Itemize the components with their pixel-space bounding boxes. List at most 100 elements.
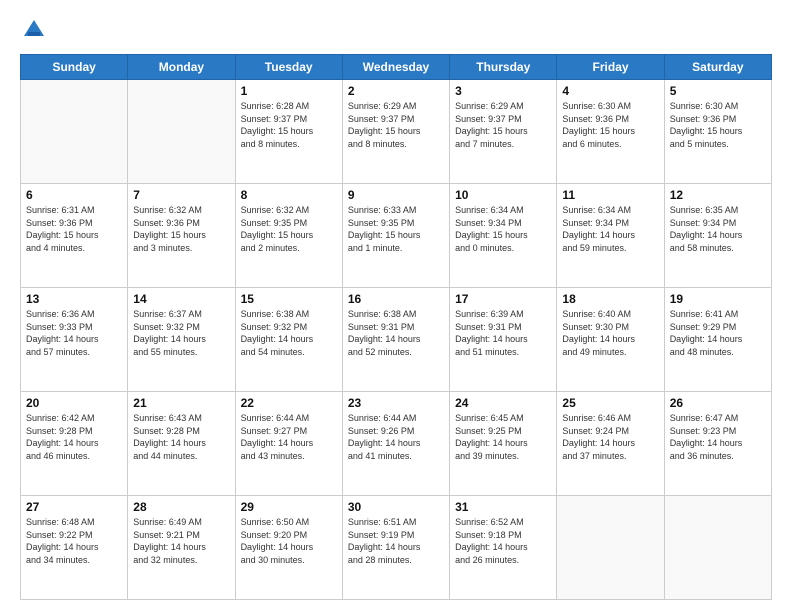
- calendar-cell: 5 Sunrise: 6:30 AM Sunset: 9:36 PM Daylig…: [664, 80, 771, 184]
- calendar-cell: 22Sunrise: 6:44 AM Sunset: 9:27 PM Dayli…: [235, 392, 342, 496]
- calendar-cell: [664, 496, 771, 600]
- day-number: 31: [455, 500, 551, 514]
- day-detail: Sunrise: 6:43 AM Sunset: 9:28 PM Dayligh…: [133, 412, 229, 462]
- week-row-5: 27 Sunrise: 6:48 AM Sunset: 9:22 PM Dayli…: [21, 496, 772, 600]
- day-number: 27: [26, 500, 122, 514]
- day-detail: Sunrise: 6:30 AM Sunset: 9:36 PM Dayligh…: [670, 100, 766, 150]
- day-detail: Sunrise: 6:31 AM Sunset: 9:36 PM Dayligh…: [26, 204, 122, 254]
- calendar-cell: 8Sunrise: 6:32 AM Sunset: 9:35 PM Daylig…: [235, 184, 342, 288]
- day-number: 10: [455, 188, 551, 202]
- calendar-cell: 3Sunrise: 6:29 AM Sunset: 9:37 PM Daylig…: [450, 80, 557, 184]
- day-detail: Sunrise: 6:38 AM Sunset: 9:32 PM Dayligh…: [241, 308, 337, 358]
- calendar-cell: 21 Sunrise: 6:43 AM Sunset: 9:28 PM Dayli…: [128, 392, 235, 496]
- day-number: 20: [26, 396, 122, 410]
- day-detail: Sunrise: 6:37 AM Sunset: 9:32 PM Dayligh…: [133, 308, 229, 358]
- day-number: 24: [455, 396, 551, 410]
- day-detail: Sunrise: 6:40 AM Sunset: 9:30 PM Dayligh…: [562, 308, 658, 358]
- day-number: 25: [562, 396, 658, 410]
- weekday-header-friday: Friday: [557, 55, 664, 80]
- calendar-cell: 10 Sunrise: 6:34 AM Sunset: 9:34 PM Dayli…: [450, 184, 557, 288]
- day-number: 30: [348, 500, 444, 514]
- day-number: 2: [348, 84, 444, 98]
- calendar-cell: 15 Sunrise: 6:38 AM Sunset: 9:32 PM Dayli…: [235, 288, 342, 392]
- day-detail: Sunrise: 6:51 AM Sunset: 9:19 PM Dayligh…: [348, 516, 444, 566]
- calendar-cell: 24 Sunrise: 6:45 AM Sunset: 9:25 PM Dayli…: [450, 392, 557, 496]
- day-number: 15: [241, 292, 337, 306]
- day-detail: Sunrise: 6:34 AM Sunset: 9:34 PM Dayligh…: [562, 204, 658, 254]
- calendar-cell: 29 Sunrise: 6:50 AM Sunset: 9:20 PM Dayli…: [235, 496, 342, 600]
- week-row-3: 13 Sunrise: 6:36 AM Sunset: 9:33 PM Dayli…: [21, 288, 772, 392]
- day-detail: Sunrise: 6:29 AM Sunset: 9:37 PM Dayligh…: [455, 100, 551, 150]
- calendar-cell: 28 Sunrise: 6:49 AM Sunset: 9:21 PM Dayli…: [128, 496, 235, 600]
- day-detail: Sunrise: 6:28 AM Sunset: 9:37 PM Dayligh…: [241, 100, 337, 150]
- weekday-header-tuesday: Tuesday: [235, 55, 342, 80]
- calendar-cell: 20Sunrise: 6:42 AM Sunset: 9:28 PM Dayli…: [21, 392, 128, 496]
- day-detail: Sunrise: 6:48 AM Sunset: 9:22 PM Dayligh…: [26, 516, 122, 566]
- calendar-cell: [21, 80, 128, 184]
- weekday-header-wednesday: Wednesday: [342, 55, 449, 80]
- calendar-cell: 30 Sunrise: 6:51 AM Sunset: 9:19 PM Dayli…: [342, 496, 449, 600]
- weekday-header-sunday: Sunday: [21, 55, 128, 80]
- day-detail: Sunrise: 6:49 AM Sunset: 9:21 PM Dayligh…: [133, 516, 229, 566]
- header: [20, 16, 772, 44]
- week-row-4: 20Sunrise: 6:42 AM Sunset: 9:28 PM Dayli…: [21, 392, 772, 496]
- calendar-cell: 23Sunrise: 6:44 AM Sunset: 9:26 PM Dayli…: [342, 392, 449, 496]
- calendar-cell: 1 Sunrise: 6:28 AM Sunset: 9:37 PM Daylig…: [235, 80, 342, 184]
- day-detail: Sunrise: 6:50 AM Sunset: 9:20 PM Dayligh…: [241, 516, 337, 566]
- weekday-header-saturday: Saturday: [664, 55, 771, 80]
- calendar-cell: 14 Sunrise: 6:37 AM Sunset: 9:32 PM Dayli…: [128, 288, 235, 392]
- day-number: 4: [562, 84, 658, 98]
- page: SundayMondayTuesdayWednesdayThursdayFrid…: [0, 0, 792, 612]
- calendar-cell: 6 Sunrise: 6:31 AM Sunset: 9:36 PM Daylig…: [21, 184, 128, 288]
- day-number: 13: [26, 292, 122, 306]
- day-number: 5: [670, 84, 766, 98]
- day-number: 12: [670, 188, 766, 202]
- calendar-cell: 26 Sunrise: 6:47 AM Sunset: 9:23 PM Dayli…: [664, 392, 771, 496]
- logo: [20, 16, 52, 44]
- calendar-cell: 2 Sunrise: 6:29 AM Sunset: 9:37 PM Daylig…: [342, 80, 449, 184]
- day-number: 17: [455, 292, 551, 306]
- day-number: 19: [670, 292, 766, 306]
- calendar-cell: 18Sunrise: 6:40 AM Sunset: 9:30 PM Dayli…: [557, 288, 664, 392]
- day-detail: Sunrise: 6:41 AM Sunset: 9:29 PM Dayligh…: [670, 308, 766, 358]
- day-number: 11: [562, 188, 658, 202]
- day-detail: Sunrise: 6:36 AM Sunset: 9:33 PM Dayligh…: [26, 308, 122, 358]
- calendar-cell: 25 Sunrise: 6:46 AM Sunset: 9:24 PM Dayli…: [557, 392, 664, 496]
- calendar-cell: 13 Sunrise: 6:36 AM Sunset: 9:33 PM Dayli…: [21, 288, 128, 392]
- day-detail: Sunrise: 6:44 AM Sunset: 9:26 PM Dayligh…: [348, 412, 444, 462]
- calendar-cell: 12Sunrise: 6:35 AM Sunset: 9:34 PM Dayli…: [664, 184, 771, 288]
- day-detail: Sunrise: 6:44 AM Sunset: 9:27 PM Dayligh…: [241, 412, 337, 462]
- day-detail: Sunrise: 6:39 AM Sunset: 9:31 PM Dayligh…: [455, 308, 551, 358]
- week-row-2: 6 Sunrise: 6:31 AM Sunset: 9:36 PM Daylig…: [21, 184, 772, 288]
- day-number: 8: [241, 188, 337, 202]
- day-detail: Sunrise: 6:52 AM Sunset: 9:18 PM Dayligh…: [455, 516, 551, 566]
- day-detail: Sunrise: 6:34 AM Sunset: 9:34 PM Dayligh…: [455, 204, 551, 254]
- day-detail: Sunrise: 6:33 AM Sunset: 9:35 PM Dayligh…: [348, 204, 444, 254]
- day-number: 16: [348, 292, 444, 306]
- calendar-cell: [557, 496, 664, 600]
- day-detail: Sunrise: 6:45 AM Sunset: 9:25 PM Dayligh…: [455, 412, 551, 462]
- day-detail: Sunrise: 6:46 AM Sunset: 9:24 PM Dayligh…: [562, 412, 658, 462]
- calendar-cell: 17 Sunrise: 6:39 AM Sunset: 9:31 PM Dayli…: [450, 288, 557, 392]
- day-detail: Sunrise: 6:38 AM Sunset: 9:31 PM Dayligh…: [348, 308, 444, 358]
- calendar-cell: 16 Sunrise: 6:38 AM Sunset: 9:31 PM Dayli…: [342, 288, 449, 392]
- calendar-table: SundayMondayTuesdayWednesdayThursdayFrid…: [20, 54, 772, 600]
- day-number: 1: [241, 84, 337, 98]
- calendar-cell: [128, 80, 235, 184]
- day-number: 21: [133, 396, 229, 410]
- calendar-cell: 31 Sunrise: 6:52 AM Sunset: 9:18 PM Dayli…: [450, 496, 557, 600]
- day-number: 14: [133, 292, 229, 306]
- calendar-cell: 4 Sunrise: 6:30 AM Sunset: 9:36 PM Daylig…: [557, 80, 664, 184]
- day-number: 7: [133, 188, 229, 202]
- logo-icon: [20, 16, 48, 44]
- day-detail: Sunrise: 6:30 AM Sunset: 9:36 PM Dayligh…: [562, 100, 658, 150]
- day-number: 9: [348, 188, 444, 202]
- week-row-1: 1 Sunrise: 6:28 AM Sunset: 9:37 PM Daylig…: [21, 80, 772, 184]
- day-number: 28: [133, 500, 229, 514]
- day-number: 26: [670, 396, 766, 410]
- day-number: 29: [241, 500, 337, 514]
- day-detail: Sunrise: 6:47 AM Sunset: 9:23 PM Dayligh…: [670, 412, 766, 462]
- day-number: 6: [26, 188, 122, 202]
- calendar-cell: 11 Sunrise: 6:34 AM Sunset: 9:34 PM Dayli…: [557, 184, 664, 288]
- day-detail: Sunrise: 6:29 AM Sunset: 9:37 PM Dayligh…: [348, 100, 444, 150]
